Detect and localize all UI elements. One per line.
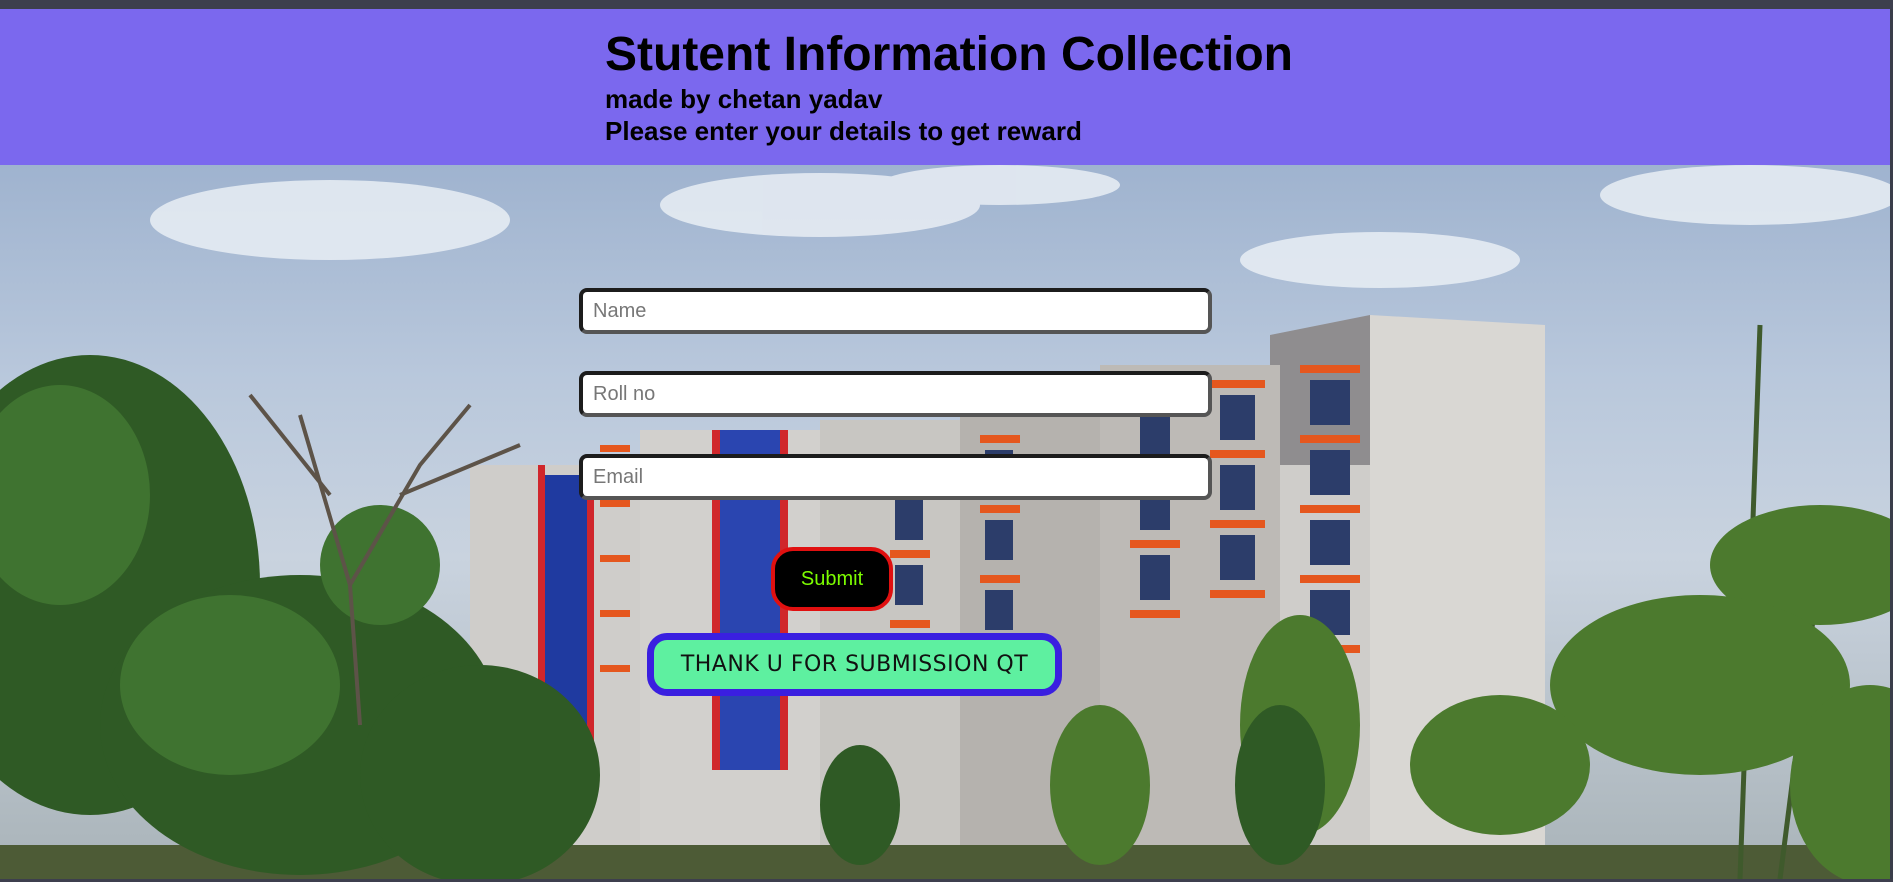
author-line: made by chetan yadav — [605, 84, 883, 114]
college-building-photo-icon — [0, 165, 1890, 879]
page-title: Stutent Information Collection — [605, 28, 1293, 81]
name-input[interactable] — [579, 288, 1212, 334]
email-input[interactable] — [579, 454, 1212, 500]
thank-you-text: THANK U FOR SUBMISSION QT — [680, 652, 1029, 677]
thank-you-message: THANK U FOR SUBMISSION QT — [647, 633, 1062, 696]
page-header: Stutent Information Collection made by c… — [0, 9, 1890, 165]
header-titles: Stutent Information Collection made by c… — [605, 27, 1293, 147]
roll-no-input[interactable] — [579, 371, 1212, 417]
background-photo — [0, 165, 1890, 879]
instruction-text: Please enter your details to get reward — [605, 116, 1082, 146]
submit-button[interactable]: Submit — [771, 547, 893, 611]
window-top-bar — [0, 0, 1893, 9]
